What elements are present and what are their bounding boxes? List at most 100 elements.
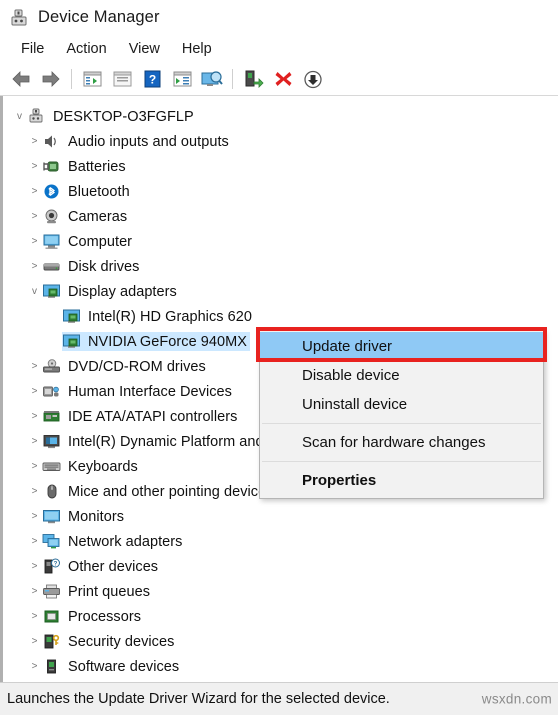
tree-item-software-devices[interactable]: > Software devices [3,654,558,679]
chevron-right-icon[interactable]: > [27,261,42,272]
chevron-right-icon[interactable]: > [27,211,42,222]
properties-window-icon [113,71,131,87]
tree-item-label: Human Interface Devices [68,383,232,400]
menu-item-file[interactable]: File [10,39,55,60]
menu-item-help[interactable]: Help [171,39,223,60]
display-adapter-icon [42,283,61,300]
chevron-right-icon[interactable]: > [27,661,42,672]
tree-item-audio-inputs-and-outputs[interactable]: > Audio inputs and outputs [3,129,558,154]
monitor-icon [42,508,61,525]
console-tree-icon [83,71,101,87]
context-menu-item-properties[interactable]: Properties [260,466,543,495]
tree-item-label: Bluetooth [68,183,130,200]
forward-button[interactable] [36,65,66,93]
tree-item-label: DVD/CD-ROM drives [68,358,206,375]
computer-root-icon [27,108,46,125]
context-menu-item-scan-for-hardware-changes[interactable]: Scan for hardware changes [260,428,543,457]
tree-item-disk-drives[interactable]: > Disk drives [3,254,558,279]
device-manager-icon [9,8,29,28]
chevron-right-icon[interactable]: > [27,186,42,197]
security-device-icon [42,633,61,650]
chevron-right-icon[interactable]: > [27,236,42,247]
tree-item-processors[interactable]: > Processors [3,604,558,629]
display-adapter-icon [62,333,81,350]
tree-item-label: Processors [68,608,142,625]
tree-item-label: Network adapters [68,533,183,550]
keyboard-icon [42,458,61,475]
tree-item-label: Disk drives [68,258,140,275]
enable-device-icon [245,70,264,88]
display-adapter-icon [62,308,81,325]
tree-item-security-devices[interactable]: > Security devices [3,629,558,654]
chevron-right-icon[interactable]: > [27,411,42,422]
chevron-down-icon[interactable]: v [27,286,42,297]
chevron-right-icon[interactable]: > [27,511,42,522]
hid-icon [42,383,61,400]
properties-button[interactable] [107,65,137,93]
left-arrow-icon [12,71,30,87]
chevron-right-icon[interactable]: > [27,161,42,172]
chevron-right-icon[interactable]: > [27,361,42,372]
context-menu-separator-1 [262,423,541,424]
context-menu-item-uninstall-device[interactable]: Uninstall device [260,390,543,419]
scan-for-hardware-changes-button[interactable] [197,65,227,93]
menu-item-action[interactable]: Action [55,39,117,60]
uninstall-device-button[interactable] [268,65,298,93]
disk-drive-icon [42,258,61,275]
computer-icon [42,233,61,250]
chevron-right-icon[interactable]: > [27,636,42,647]
processor-icon [42,608,61,625]
tree-item-label: Software devices [68,658,180,675]
chevron-right-icon[interactable]: > [27,586,42,597]
chevron-right-icon[interactable]: > [27,461,42,472]
printer-icon [42,583,61,600]
disable-device-button[interactable] [298,65,328,93]
chevron-right-icon[interactable]: > [27,436,42,447]
tree-item-batteries[interactable]: > Batteries [3,154,558,179]
tree-item-print-queues[interactable]: > Print queues [3,579,558,604]
tree-item-label: Computer [68,233,133,250]
tree-item-bluetooth[interactable]: > Bluetooth [3,179,558,204]
status-bar-text: Launches the Update Driver Wizard for th… [7,691,390,707]
tree-item-intel-hd-graphics-620[interactable]: Intel(R) HD Graphics 620 [3,304,558,329]
update-driver-icon [173,71,191,87]
bluetooth-icon [42,183,61,200]
tree-item-label: Audio inputs and outputs [68,133,229,150]
chevron-down-icon[interactable]: v [12,111,27,122]
network-adapter-icon [42,533,61,550]
update-driver-button[interactable] [167,65,197,93]
back-button[interactable] [6,65,36,93]
chevron-right-icon[interactable]: > [27,611,42,622]
camera-icon [42,208,61,225]
tree-item-root[interactable]: v DESKTOP-O3FGFLP [3,104,558,129]
tree-item-label: Other devices [68,558,159,575]
context-menu[interactable]: Update driver Disable device Uninstall d… [259,330,544,499]
tree-item-root-label: DESKTOP-O3FGFLP [53,108,194,125]
title-bar: Device Manager [0,0,558,35]
tree-item-computer[interactable]: > Computer [3,229,558,254]
tree-item-cameras[interactable]: > Cameras [3,204,558,229]
tree-item-other-devices[interactable]: > ? Other devices [3,554,558,579]
enable-device-button[interactable] [238,65,268,93]
tree-item-label: Keyboards [68,458,138,475]
tree-item-selection: NVIDIA GeForce 940MX [62,332,250,351]
chevron-right-icon[interactable]: > [27,536,42,547]
context-menu-item-disable-device[interactable]: Disable device [260,361,543,390]
help-question-icon: ? [144,70,160,88]
toolbar-separator-2 [232,69,233,89]
watermark: wsxdn.com [481,691,552,707]
right-arrow-icon [42,71,60,87]
dvd-drive-icon [42,358,61,375]
chevron-right-icon[interactable]: > [27,486,42,497]
help-button[interactable]: ? [137,65,167,93]
show-hide-console-tree-button[interactable] [77,65,107,93]
chevron-right-icon[interactable]: > [27,386,42,397]
menu-item-view[interactable]: View [118,39,171,60]
chevron-right-icon[interactable]: > [27,561,42,572]
context-menu-item-update-driver[interactable]: Update driver [260,332,543,361]
tree-item-monitors[interactable]: > Monitors [3,504,558,529]
svg-text:?: ? [148,73,155,87]
chevron-right-icon[interactable]: > [27,136,42,147]
tree-item-display-adapters[interactable]: v Display adapters [3,279,558,304]
tree-item-network-adapters[interactable]: > Network adapters [3,529,558,554]
